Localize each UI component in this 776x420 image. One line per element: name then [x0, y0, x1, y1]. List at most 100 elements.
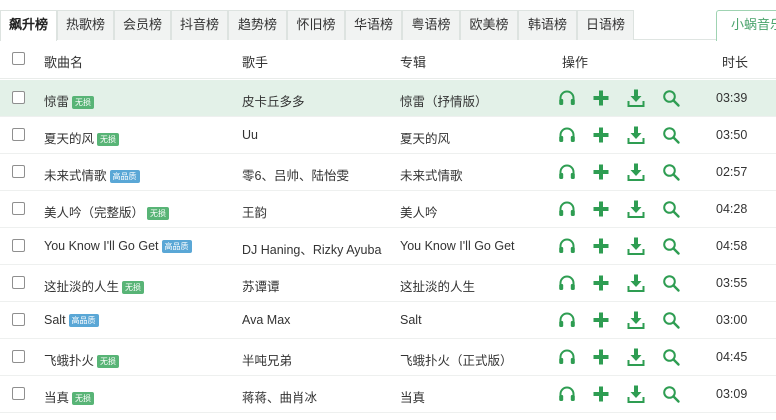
column-header-duration[interactable]: 时长 [722, 52, 748, 71]
add-to-playlist-button[interactable] [591, 310, 611, 330]
download-button[interactable] [626, 273, 646, 293]
song-title-cell[interactable]: 夏天的风 无损 [44, 128, 120, 147]
song-title[interactable]: You Know I'll Go Get [44, 239, 159, 253]
song-row[interactable]: 未来式情歌 高品质 零6、吕帅、陆怡雯 未来式情歌 02:57 [0, 154, 776, 191]
listen-button[interactable] [557, 162, 577, 182]
song-title-cell[interactable]: 这扯淡的人生 无损 [44, 276, 145, 295]
row-checkbox[interactable] [12, 387, 25, 400]
row-checkbox[interactable] [12, 239, 25, 252]
album-name[interactable]: 夏天的风 [400, 128, 450, 147]
add-to-playlist-button[interactable] [591, 347, 611, 367]
album-name[interactable]: 当真 [400, 387, 425, 406]
artist-name[interactable]: DJ Haning、Rizky Ayuba [242, 239, 381, 258]
download-button[interactable] [626, 88, 646, 108]
song-title-cell[interactable]: 美人吟（完整版） 无损 [44, 202, 170, 221]
song-title[interactable]: 飞蛾扑火 [44, 354, 94, 368]
listen-button[interactable] [557, 384, 577, 404]
song-title-cell[interactable]: 未来式情歌 高品质 [44, 165, 140, 184]
search-button[interactable] [661, 199, 681, 219]
artist-name[interactable]: 零6、吕帅、陆怡雯 [242, 165, 349, 184]
row-checkbox[interactable] [12, 202, 25, 215]
song-title[interactable]: Salt [44, 313, 66, 327]
listen-button[interactable] [557, 125, 577, 145]
album-name[interactable]: 未来式情歌 [400, 165, 463, 184]
song-title-cell[interactable]: You Know I'll Go Get 高品质 [44, 239, 192, 253]
add-to-playlist-button[interactable] [591, 125, 611, 145]
add-to-playlist-button[interactable] [591, 236, 611, 256]
artist-name[interactable]: 半吨兄弟 [242, 350, 292, 369]
tab-surge[interactable]: 飙升榜 [0, 10, 57, 41]
song-row[interactable]: You Know I'll Go Get 高品质 DJ Haning、Rizky A… [0, 228, 776, 265]
search-button[interactable] [661, 384, 681, 404]
column-header-artist[interactable]: 歌手 [242, 52, 268, 71]
album-name[interactable]: You Know I'll Go Get [400, 239, 515, 253]
add-to-playlist-button[interactable] [591, 273, 611, 293]
listen-button[interactable] [557, 310, 577, 330]
column-header-song[interactable]: 歌曲名 [44, 52, 83, 71]
tab-hot[interactable]: 热歌榜 [57, 10, 114, 40]
add-to-playlist-button[interactable] [591, 88, 611, 108]
tab-japanese[interactable]: 日语榜 [577, 10, 634, 40]
search-button[interactable] [661, 347, 681, 367]
song-title-cell[interactable]: Salt 高品质 [44, 313, 99, 327]
app-tab-label[interactable]: 小蜗音乐 [716, 10, 776, 41]
row-checkbox[interactable] [12, 276, 25, 289]
song-title[interactable]: 美人吟（完整版） [44, 206, 144, 220]
artist-name[interactable]: 苏谭谭 [242, 276, 280, 295]
row-checkbox[interactable] [12, 350, 25, 363]
tab-western[interactable]: 欧美榜 [460, 10, 518, 40]
album-name[interactable]: Salt [400, 313, 422, 327]
download-button[interactable] [626, 236, 646, 256]
song-row[interactable]: 夏天的风 无损 Uu 夏天的风 03:50 [0, 117, 776, 154]
download-button[interactable] [626, 347, 646, 367]
listen-button[interactable] [557, 347, 577, 367]
listen-button[interactable] [557, 199, 577, 219]
song-title[interactable]: 未来式情歌 [44, 169, 107, 183]
album-name[interactable]: 这扯淡的人生 [400, 276, 475, 295]
tab-cantonese[interactable]: 粤语榜 [402, 10, 460, 40]
tab-douyin[interactable]: 抖音榜 [171, 10, 228, 40]
tab-trend[interactable]: 趋势榜 [228, 10, 287, 40]
select-all-checkbox[interactable] [12, 52, 25, 65]
artist-name[interactable]: Ava Max [242, 313, 290, 327]
listen-button[interactable] [557, 88, 577, 108]
row-checkbox[interactable] [12, 165, 25, 178]
song-row[interactable]: 飞蛾扑火 无损 半吨兄弟 飞蛾扑火（正式版） 04:45 [0, 339, 776, 376]
artist-name[interactable]: 王韵 [242, 202, 267, 221]
tab-nostalgia[interactable]: 怀旧榜 [287, 10, 345, 40]
artist-name[interactable]: Uu [242, 128, 258, 142]
search-button[interactable] [661, 125, 681, 145]
song-row[interactable]: 当真 无损 蒋蒋、曲肖冰 当真 03:09 [0, 376, 776, 413]
download-button[interactable] [626, 125, 646, 145]
row-checkbox[interactable] [12, 128, 25, 141]
song-title[interactable]: 夏天的风 [44, 132, 94, 146]
artist-name[interactable]: 蒋蒋、曲肖冰 [242, 387, 317, 406]
song-row[interactable]: Salt 高品质 Ava Max Salt 03:00 [0, 302, 776, 339]
download-button[interactable] [626, 384, 646, 404]
song-title-cell[interactable]: 惊雷 无损 [44, 91, 95, 110]
song-title[interactable]: 惊雷 [44, 95, 69, 109]
song-title-cell[interactable]: 飞蛾扑火 无损 [44, 350, 120, 369]
download-button[interactable] [626, 199, 646, 219]
tab-korean[interactable]: 韩语榜 [518, 10, 577, 40]
search-button[interactable] [661, 88, 681, 108]
album-name[interactable]: 惊雷（抒情版） [400, 91, 488, 110]
album-name[interactable]: 飞蛾扑火（正式版） [400, 350, 513, 369]
add-to-playlist-button[interactable] [591, 162, 611, 182]
row-checkbox[interactable] [12, 91, 25, 104]
artist-name[interactable]: 皮卡丘多多 [242, 91, 305, 110]
search-button[interactable] [661, 310, 681, 330]
album-name[interactable]: 美人吟 [400, 202, 438, 221]
search-button[interactable] [661, 273, 681, 293]
tab-mandarin[interactable]: 华语榜 [345, 10, 402, 40]
song-title[interactable]: 当真 [44, 391, 69, 405]
column-header-album[interactable]: 专辑 [400, 52, 426, 71]
song-row[interactable]: 这扯淡的人生 无损 苏谭谭 这扯淡的人生 03:55 [0, 265, 776, 302]
tab-vip[interactable]: 会员榜 [114, 10, 171, 40]
row-checkbox[interactable] [12, 313, 25, 326]
song-title-cell[interactable]: 当真 无损 [44, 387, 95, 406]
download-button[interactable] [626, 162, 646, 182]
download-button[interactable] [626, 310, 646, 330]
add-to-playlist-button[interactable] [591, 384, 611, 404]
listen-button[interactable] [557, 236, 577, 256]
